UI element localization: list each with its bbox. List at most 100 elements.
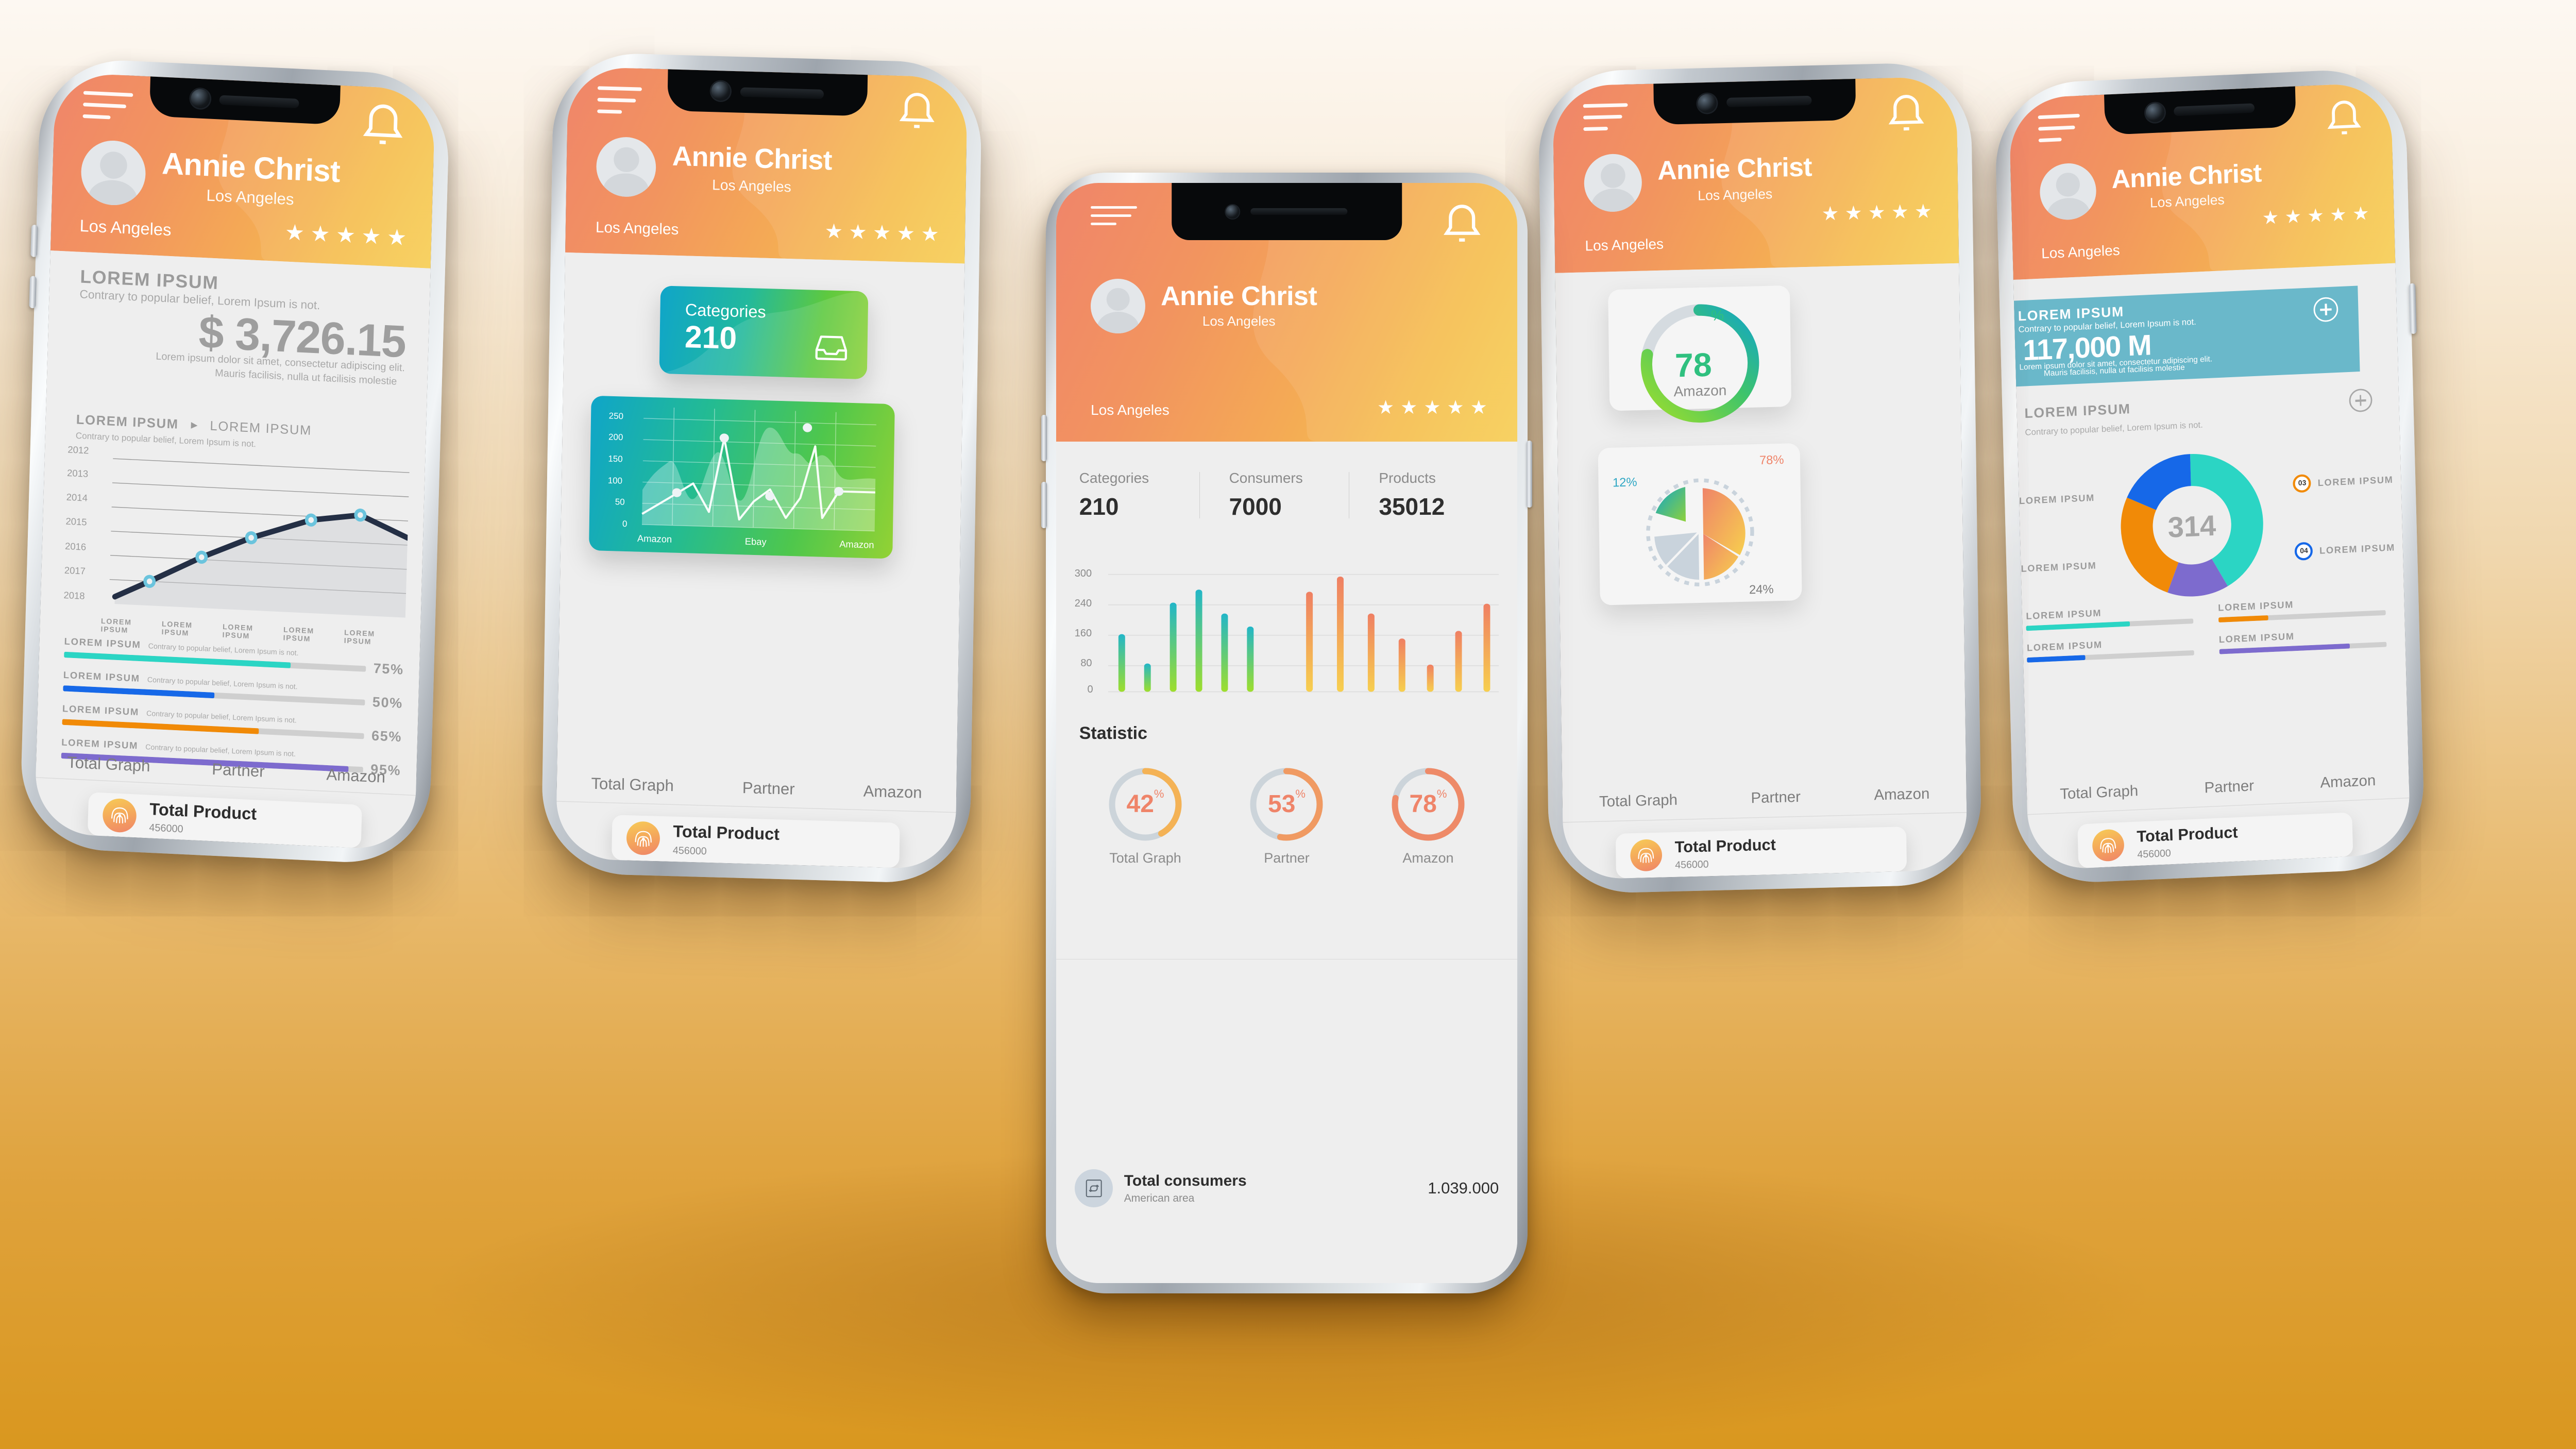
tab-partner[interactable]: Partner — [2204, 778, 2254, 798]
stat-value: 7000 — [1229, 493, 1282, 520]
tab-amazon[interactable]: Amazon — [2320, 772, 2376, 792]
menu-icon[interactable] — [597, 86, 642, 122]
user-name: Annie Christ — [1657, 152, 1812, 186]
phone-5-donut: 314 — [2117, 449, 2266, 604]
stat-cell[interactable]: Consumers 7000 — [1200, 470, 1349, 520]
menu-icon[interactable] — [2038, 113, 2080, 150]
progress-row[interactable]: LOREM IPSUM — [2027, 635, 2194, 663]
stat-cell[interactable]: Categories 210 — [1079, 470, 1199, 520]
area-y-tick: 0 — [622, 518, 628, 529]
categories-card-value: 210 — [684, 319, 737, 356]
notification-bell-icon[interactable] — [895, 91, 940, 140]
phone-2-total-product-card[interactable]: Total Product 456000 — [612, 815, 900, 868]
earpiece-speaker — [740, 87, 824, 99]
phone-1-volume-up[interactable] — [30, 225, 38, 258]
phone-5-legend-item[interactable]: 04 LOREM IPSUM — [2295, 538, 2395, 561]
phone-4-profile[interactable]: Annie Christ Los Angeles — [1584, 149, 1812, 212]
user-city: Los Angeles — [2149, 192, 2225, 211]
phone-3-notch — [1171, 183, 1402, 241]
star-icon: ★ — [335, 223, 356, 248]
notification-bell-icon[interactable] — [2322, 98, 2365, 145]
user-name: Annie Christ — [2111, 158, 2262, 194]
tab-amazon[interactable]: Amazon — [326, 765, 386, 786]
ring-item[interactable]: 42 % Total Graph — [1082, 766, 1209, 866]
avatar — [2039, 162, 2097, 221]
phone-5-legend-item[interactable]: 03 LOREM IPSUM — [2293, 470, 2394, 493]
phone-4-total-product-card[interactable]: Total Product 456000 — [1615, 826, 1907, 879]
phone-3-volume-up[interactable] — [1041, 415, 1047, 461]
phone-3-statistic-title: Statistic — [1079, 723, 1148, 743]
notification-bell-icon[interactable] — [1884, 92, 1929, 141]
star-icon: ★ — [849, 220, 868, 244]
phone-1-profile[interactable]: Annie Christ Los Angeles — [80, 139, 341, 216]
progress-row[interactable]: LOREM IPSUM — [2219, 627, 2386, 654]
star-icon: ★ — [310, 222, 331, 247]
ring-percent: 78 — [1409, 790, 1437, 818]
plus-circle-icon[interactable] — [2313, 297, 2338, 323]
phone-3-power-button[interactable] — [1527, 441, 1532, 508]
tab-total-graph[interactable]: Total Graph — [1599, 792, 1677, 811]
ring-item[interactable]: 78 % Amazon — [1364, 766, 1492, 866]
phone-5-blue-card[interactable]: LOREM IPSUM Contrary to popular belief, … — [2008, 285, 2360, 390]
amazon-donut-card[interactable]: 78 % Amazon — [1607, 285, 1791, 423]
tab-amazon[interactable]: Amazon — [863, 782, 922, 803]
phone-5-progress-grid: LOREM IPSUM LOREM IPSUM LOREM IPSUM LORE… — [2026, 595, 2386, 663]
phone-2-profile[interactable]: Annie Christ Los Angeles — [596, 136, 832, 202]
col-label: LOREM IPSUM — [344, 629, 376, 647]
total-product-title: Total Product — [2137, 822, 2239, 846]
progress-row[interactable]: LOREM IPSUM — [2026, 603, 2194, 631]
ring-unit: % — [1295, 787, 1306, 800]
phone-1-y-tick: 2018 — [63, 589, 85, 602]
menu-icon[interactable] — [82, 91, 133, 129]
bar-y-tick: 300 — [1074, 567, 1092, 579]
tab-total-graph[interactable]: Total Graph — [2060, 783, 2139, 803]
notification-bell-icon[interactable] — [1439, 203, 1485, 252]
menu-icon[interactable] — [1583, 103, 1628, 139]
plus-circle-icon[interactable] — [2348, 389, 2372, 413]
tab-partner[interactable]: Partner — [212, 760, 265, 781]
phone-3-total-consumers-row[interactable]: Total consumers American area 1.039.000 — [1074, 1169, 1499, 1208]
star-rating: ★ ★ ★ ★ ★ — [824, 219, 939, 246]
progress-percent: 75% — [373, 661, 404, 679]
front-camera-icon — [1226, 205, 1240, 218]
phone-4-tabbar: Total Graph Partner Amazon — [1563, 785, 1967, 812]
progress-fill — [2219, 643, 2350, 654]
tab-partner[interactable]: Partner — [742, 779, 795, 799]
star-icon: ★ — [2284, 205, 2302, 228]
area-chart-card[interactable]: 250 200 150 100 50 0 Amazon Ebay Amazon — [588, 395, 895, 559]
ring-item[interactable]: 53 % Partner — [1223, 766, 1350, 866]
notification-bell-icon[interactable] — [358, 100, 409, 156]
progress-fill — [2026, 621, 2130, 631]
phone-3-content: Categories 210 Consumers 7000 Products 3… — [1056, 441, 1517, 1283]
col-label: LOREM IPSUM — [222, 623, 254, 641]
star-icon: ★ — [824, 220, 843, 243]
phone-5-power-button[interactable] — [2409, 283, 2417, 334]
phone-3-profile[interactable]: Annie Christ Los Angeles — [1091, 278, 1317, 333]
front-camera-icon — [1698, 93, 1717, 113]
user-name: Annie Christ — [161, 146, 341, 189]
phone-3-stats-row: Categories 210 Consumers 7000 Products 3… — [1079, 470, 1499, 520]
tab-total-graph[interactable]: Total Graph — [67, 753, 150, 776]
phone-3-volume-down[interactable] — [1041, 482, 1047, 528]
star-rating: ★ ★ ★ ★ ★ — [1821, 200, 1932, 225]
star-icon: ★ — [1868, 201, 1886, 224]
donut-center-value: 314 — [2167, 510, 2216, 544]
menu-icon[interactable] — [1091, 206, 1137, 231]
stat-cell[interactable]: Products 35012 — [1349, 470, 1499, 520]
star-icon: ★ — [1821, 202, 1839, 225]
phone-3-rings-row: 42 % Total Graph 53 % Partner 78 % Amazo… — [1075, 766, 1499, 866]
earpiece-speaker — [1726, 95, 1812, 108]
pie-chart-card[interactable]: 12% 78% 24% — [1598, 443, 1802, 606]
phone-1-volume-down[interactable] — [29, 276, 37, 309]
tab-amazon[interactable]: Amazon — [1874, 786, 1929, 804]
tab-total-graph[interactable]: Total Graph — [591, 774, 674, 796]
total-consumers-sub: American area — [1124, 1192, 1195, 1204]
phone-1-content: LOREM IPSUM Contrary to popular belief, … — [34, 250, 431, 851]
categories-card[interactable]: Categories 210 — [659, 285, 869, 379]
user-name: Annie Christ — [1161, 281, 1317, 311]
phone-5: Annie Christ Los Angeles Los Angeles ★ ★ … — [1994, 67, 2426, 886]
phone-5-screen: Annie Christ Los Angeles Los Angeles ★ ★ … — [2008, 82, 2411, 871]
phone-5-profile[interactable]: Annie Christ Los Angeles — [2039, 155, 2263, 221]
tab-partner[interactable]: Partner — [1751, 789, 1801, 807]
user-city: Los Angeles — [206, 186, 295, 209]
